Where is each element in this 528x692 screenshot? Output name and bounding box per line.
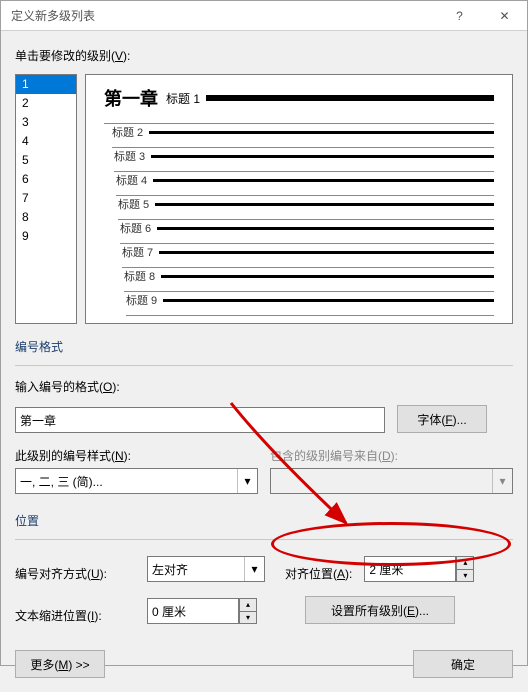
level-item[interactable]: 4 [16,132,76,151]
align-mode-label: 编号对齐方式(U): [15,565,135,582]
position-group-label: 位置 [15,512,513,529]
set-all-levels-button[interactable]: 设置所有级别(E)... [305,596,455,624]
align-at-spinner[interactable]: ▴ ▾ [364,556,474,582]
preview-row: 标题 9 [126,292,494,308]
spinner-up-icon[interactable]: ▴ [456,556,474,569]
align-at-label: 对齐位置(A): [285,565,352,582]
help-icon: ? [456,9,463,23]
preview-line [206,95,494,101]
chevron-down-icon: ▾ [492,469,512,493]
preview-heading: 标题 6 [120,220,151,236]
chevron-down-icon: ▾ [244,557,264,581]
number-style-label: 此级别的编号样式(N): [15,447,258,464]
enter-number-format-label: 输入编号的格式(O): [15,378,513,395]
dialog-content: 单击要修改的级别(V): 123456789 第一章标题 1 标题 2 标题 3 标题… [1,31,527,640]
preview-heading: 标题 7 [122,244,153,260]
level-item[interactable]: 8 [16,208,76,227]
number-format-input[interactable] [15,407,385,433]
preview-row: 标题 8 [124,268,494,284]
text-indent-input[interactable] [147,598,239,624]
preview-row: 标题 7 [122,244,494,260]
preview-row: 标题 5 [118,196,494,212]
include-from-combo: ▾ [270,468,513,494]
preview-heading: 标题 2 [112,124,143,140]
level-item[interactable]: 7 [16,189,76,208]
preview-heading: 标题 3 [114,148,145,164]
preview-row: 标题 4 [116,172,494,188]
preview-heading: 标题 1 [166,90,200,107]
ok-button[interactable]: 确定 [413,650,513,678]
include-from-label: 包含的级别编号来自(D): [270,447,513,464]
preview-row: 标题 6 [120,220,494,236]
preview-row: 第一章标题 1 [104,85,494,111]
preview-pane: 第一章标题 1 标题 2 标题 3 标题 4 标题 5 标题 6 标题 7 标题 8 标题 9 [85,74,513,324]
preview-chapter: 第一章 [104,85,158,111]
dialog-footer: 更多(M) >> 确定 [1,640,527,692]
preview-row: 标题 3 [114,148,494,164]
spinner-up-icon[interactable]: ▴ [239,598,257,611]
close-icon: ✕ [499,9,509,23]
spinner-down-icon[interactable]: ▾ [239,611,257,624]
dialog-title: 定义新多级列表 [11,7,437,24]
chevron-down-icon: ▾ [237,469,257,493]
help-button[interactable]: ? [437,1,482,31]
level-list[interactable]: 123456789 [15,74,77,324]
spinner-down-icon[interactable]: ▾ [456,569,474,582]
align-at-input[interactable] [364,556,456,582]
preview-line [157,227,494,230]
define-multilevel-list-dialog: 定义新多级列表 ? ✕ 单击要修改的级别(V): 123456789 第一章标题… [0,0,528,666]
preview-line [153,179,494,182]
text-indent-label: 文本缩进位置(I): [15,607,135,624]
preview-line [151,155,494,158]
level-item[interactable]: 9 [16,227,76,246]
preview-line [155,203,494,206]
preview-heading: 标题 5 [118,196,149,212]
preview-row: 标题 2 [112,124,494,140]
more-button[interactable]: 更多(M) >> [15,650,105,678]
preview-heading: 标题 4 [116,172,147,188]
number-format-group-label: 编号格式 [15,338,513,355]
preview-line [159,251,494,254]
level-item[interactable]: 2 [16,94,76,113]
text-indent-spinner[interactable]: ▴ ▾ [147,598,257,624]
level-item[interactable]: 5 [16,151,76,170]
preview-heading: 标题 9 [126,292,157,308]
level-item[interactable]: 1 [16,75,76,94]
preview-line [163,299,494,302]
preview-line [161,275,494,278]
preview-line [149,131,494,134]
align-mode-combo[interactable]: 左对齐 ▾ [147,556,265,582]
level-item[interactable]: 3 [16,113,76,132]
click-level-label: 单击要修改的级别(V): [15,47,513,64]
titlebar: 定义新多级列表 ? ✕ [1,1,527,31]
close-button[interactable]: ✕ [482,1,527,31]
level-item[interactable]: 6 [16,170,76,189]
font-button[interactable]: 字体(F)... [397,405,487,433]
number-style-combo[interactable]: 一, 二, 三 (简)... ▾ [15,468,258,494]
preview-heading: 标题 8 [124,268,155,284]
